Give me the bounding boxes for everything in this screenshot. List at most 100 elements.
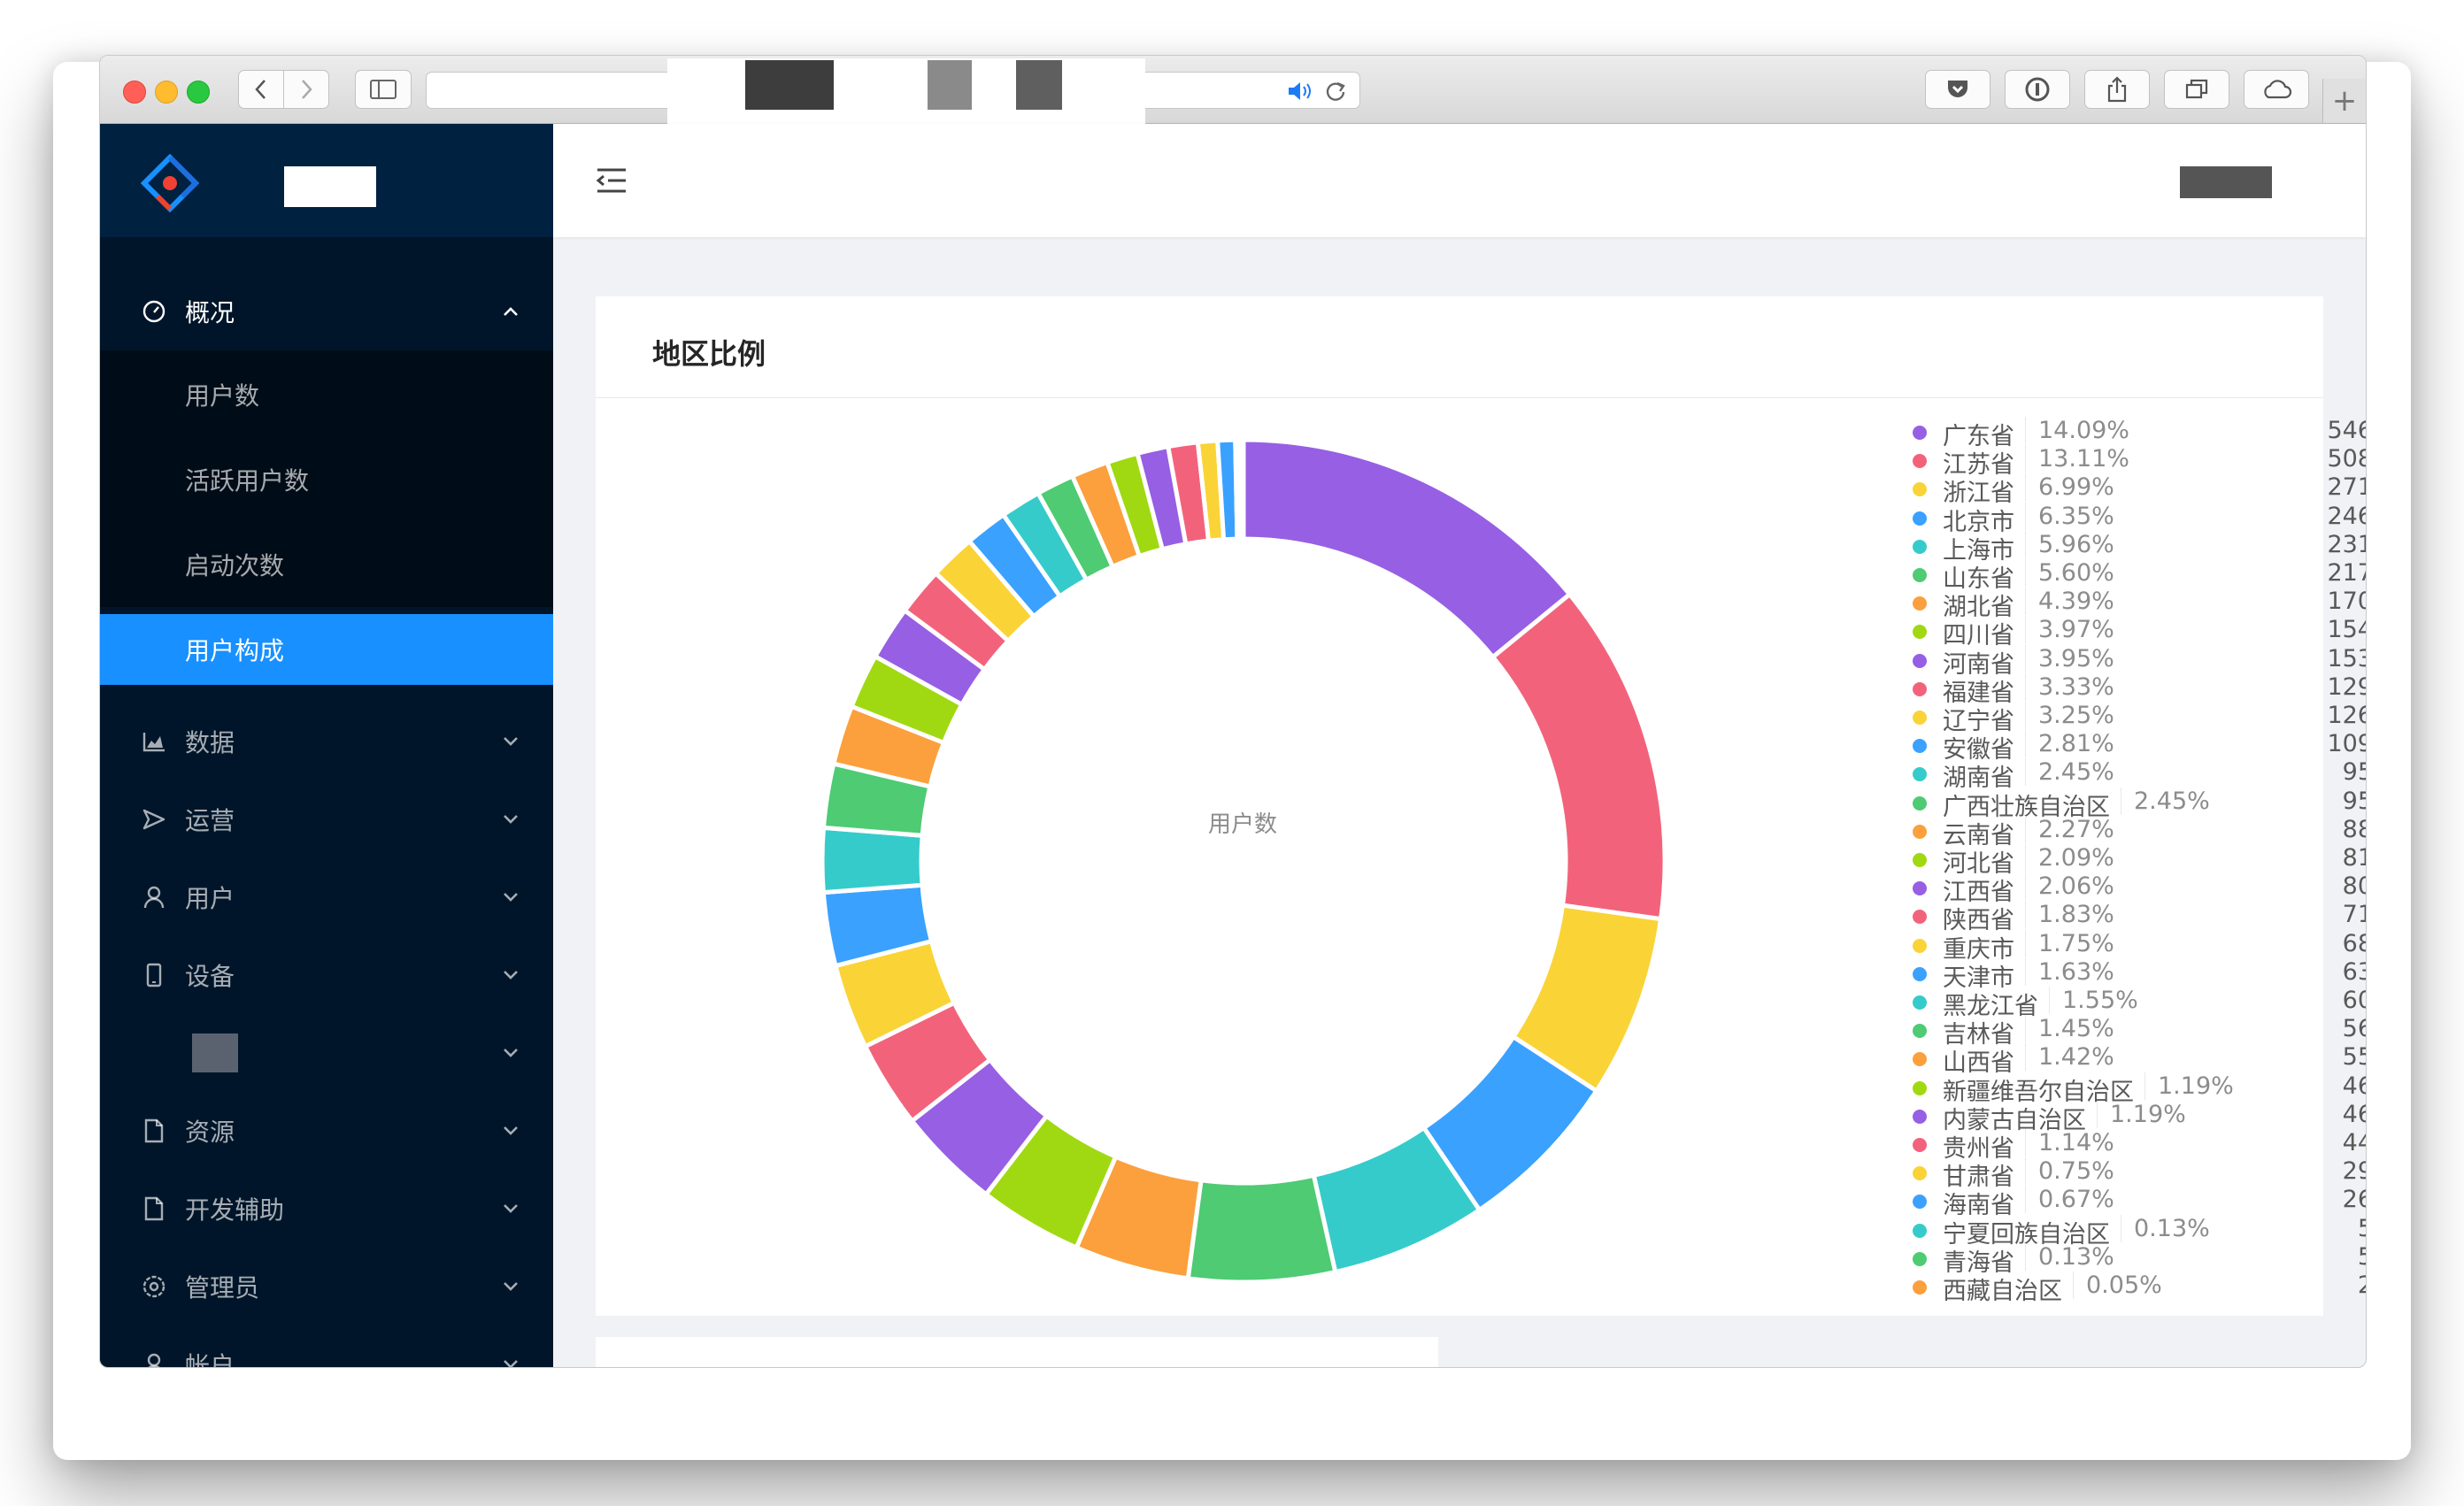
legend-item[interactable]: 浙江省6.99%271 [1913,473,2366,507]
donut-slice-30[interactable] [1239,437,1246,542]
new-tab-button[interactable]: + [2322,79,2366,123]
legend-percent: 5.96% [2025,530,2114,558]
legend-item[interactable]: 陕西省1.83%71 [1913,901,2366,934]
legend-percent: 13.11% [2025,445,2129,473]
donut-slice-12[interactable] [820,825,925,895]
menu-dev-tools[interactable]: 开发辅助 [100,1170,553,1248]
menu-users[interactable]: 用户 [100,858,553,936]
legend-item[interactable]: 四川省3.97%154 [1913,616,2366,649]
legend-item[interactable]: 西藏自治区 0.05% 2 [1913,1272,2366,1305]
legend-item[interactable]: 黑龙江省1.55%60 [1913,987,2366,1020]
legend-item[interactable]: 云南省2.27%88 [1913,815,2366,849]
legend-color-dot [1913,1138,1927,1152]
dashboard-icon [141,298,167,325]
submenu-item-launches[interactable]: 启动次数 [100,529,553,600]
legend-value: 271 [2327,473,2366,502]
speaker-icon[interactable] [1287,80,1317,103]
legend-value: 56 [2342,1015,2366,1043]
legend-item[interactable]: 海南省0.67%26 [1913,1186,2366,1219]
menu-admin-label: 管理员 [185,1273,260,1302]
legend-item[interactable]: 吉林省1.45%56 [1913,1015,2366,1049]
submenu-item-user-count[interactable]: 用户数 [100,359,553,430]
menu-account[interactable]: 帐户 [100,1325,553,1367]
menu-fold-icon[interactable] [596,166,628,195]
legend-color-dot [1913,881,1927,896]
legend-item[interactable]: 河南省3.95%153 [1913,644,2366,679]
donut-slice-1[interactable] [1490,591,1667,922]
legend-item[interactable]: 重庆市1.75%68 [1913,929,2366,964]
legend-color-dot [1913,795,1927,811]
menu-account-label: 帐户 [185,1351,235,1367]
menu-resources[interactable]: 资源 [100,1092,553,1170]
logo-icon[interactable] [141,154,199,212]
legend-color-dot [1913,824,1927,839]
legend-percent: 1.55% [2049,987,2138,1014]
user-info-redacted[interactable] [2180,166,2272,198]
back-button[interactable] [238,70,284,109]
legend-item[interactable]: 广东省14.09%546 [1913,417,2366,450]
minimize-window-button[interactable] [155,81,178,104]
address-bar[interactable] [426,58,1360,124]
legend-item[interactable]: 内蒙古自治区1.19%46 [1913,1100,2366,1134]
chevron-up-icon [500,301,521,322]
file-icon [141,1118,167,1144]
chevron-down-icon [500,1042,521,1064]
legend-value: 71 [2342,901,2366,929]
legend-color-dot [1913,653,1927,668]
menu-admin[interactable]: 管理员 [100,1248,553,1325]
legend-item[interactable]: 江苏省13.11%508 [1913,445,2366,479]
close-window-button[interactable] [123,81,146,104]
password-button[interactable] [2005,70,2070,109]
tabs-button[interactable] [2164,70,2229,109]
menu-operations[interactable]: 运营 [100,780,553,858]
legend-value: 95 [2342,787,2366,815]
legend-item[interactable]: 安徽省2.81%109 [1913,730,2366,764]
menu-overview[interactable]: 概况 [100,273,553,350]
legend-item[interactable]: 湖北省4.39%170 [1913,588,2366,621]
donut-slice-5[interactable] [1185,1172,1338,1285]
chevron-down-icon [500,1276,521,1297]
legend-value: 55 [2342,1043,2366,1072]
submenu-item-user-composition[interactable]: 用户构成 [100,614,553,685]
legend-item[interactable]: 湖南省2.45%95 [1913,758,2366,792]
legend-item[interactable]: 上海市5.96%231 [1913,530,2366,565]
browser-window: + 概况 用户数 活跃用户数 启动次数 用户构成 数据 运营 用户 设备 资源 … [99,55,2367,1368]
reload-icon[interactable] [1324,80,1347,103]
legend-value: 154 [2327,616,2366,644]
legend-item[interactable]: 山西省1.42%55 [1913,1043,2366,1077]
legend-item[interactable]: 贵州省1.14%44 [1913,1129,2366,1163]
forward-button[interactable] [283,70,329,109]
zoom-window-button[interactable] [187,81,210,104]
legend-item[interactable]: 青海省0.13%5 [1913,1242,2366,1277]
legend-percent: 0.75% [2025,1157,2114,1186]
legend-color-dot [1913,539,1927,554]
legend-item[interactable]: 辽宁省3.25%126 [1913,702,2366,735]
menu-devices[interactable]: 设备 [100,936,553,1014]
legend-item[interactable]: 福建省3.33%129 [1913,672,2366,707]
menu-redacted[interactable] [100,1014,553,1092]
sidebar-toggle-button[interactable] [355,70,412,109]
legend-percent: 0.13% [2025,1242,2114,1271]
legend-item[interactable]: 宁夏回族自治区0.13%5 [1913,1214,2366,1249]
legend-percent: 2.06% [2025,872,2114,901]
menu-data[interactable]: 数据 [100,703,553,780]
donut-slice-0[interactable] [1241,437,1573,661]
legend-item[interactable]: 山东省5.60%217 [1913,559,2366,593]
legend-item[interactable]: 天津市1.63%63 [1913,957,2366,992]
legend-item[interactable]: 北京市6.35%246 [1913,502,2366,536]
legend-item[interactable]: 江西省2.06%80 [1913,872,2366,906]
legend-percent: 2.27% [2025,815,2114,843]
submenu-item-active-users[interactable]: 活跃用户数 [100,444,553,515]
cloud-button[interactable] [2244,70,2309,109]
legend-item[interactable]: 河北省2.09%81 [1913,844,2366,878]
chevron-right-icon [302,80,312,99]
legend-item[interactable]: 广西壮族自治区2.45%95 [1913,787,2366,821]
tabs-icon [2185,79,2208,99]
legend-percent: 2.81% [2025,730,2114,758]
pocket-button[interactable] [1925,70,1990,109]
legend-percent: 14.09% [2025,417,2129,444]
share-button[interactable] [2084,70,2150,109]
legend-color-dot [1913,568,1927,582]
legend-item[interactable]: 新疆维吾尔自治区1.19%46 [1913,1072,2366,1106]
legend-item[interactable]: 甘肃省0.75%29 [1913,1157,2366,1191]
